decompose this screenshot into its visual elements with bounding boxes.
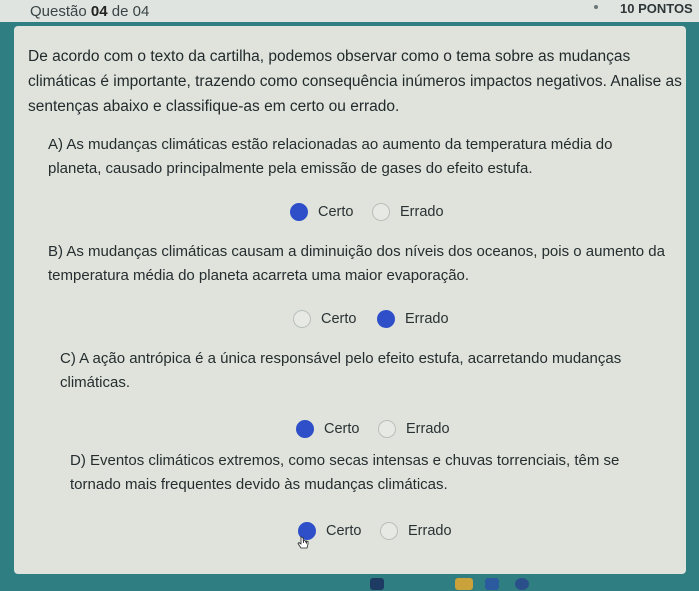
statement-a: A) As mudanças climáticas estão relacion… <box>48 136 613 177</box>
option-label: Certo <box>324 421 360 437</box>
option-b-errado[interactable]: Errado <box>377 310 449 328</box>
taskbar-browser-icon[interactable] <box>515 578 529 590</box>
status-dot <box>594 5 598 9</box>
option-label: Errado <box>408 523 452 539</box>
taskbar-folder-icon[interactable] <box>455 578 473 590</box>
header-bar: Questão 04 de 04 10 PONTOS <box>0 0 699 22</box>
option-c-certo[interactable]: Certo <box>296 420 359 438</box>
radio-empty-icon[interactable] <box>372 203 390 221</box>
option-a-certo[interactable]: Certo <box>290 203 353 221</box>
option-a-errado[interactable]: Errado <box>372 203 444 221</box>
question-counter: Questão 04 de 04 <box>30 3 149 20</box>
radio-selected-icon[interactable] <box>296 420 314 438</box>
option-label: Certo <box>318 204 354 220</box>
question-prefix: Questão <box>30 3 87 20</box>
question-intro: De acordo com o texto da cartilha, podem… <box>28 48 682 115</box>
hand-cursor-icon <box>297 536 309 549</box>
options-b: Certo Errado <box>293 310 493 334</box>
option-c-errado[interactable]: Errado <box>378 420 450 438</box>
points-badge: 10 PONTOS <box>620 1 693 16</box>
options-d: Certo Errado <box>298 522 498 546</box>
statement-d: D) Eventos climáticos extremos, como sec… <box>70 452 620 493</box>
radio-selected-icon[interactable] <box>290 203 308 221</box>
radio-empty-icon[interactable] <box>293 310 311 328</box>
radio-selected-icon[interactable] <box>377 310 395 328</box>
question-total: de 04 <box>111 3 150 20</box>
option-b-certo[interactable]: Certo <box>293 310 356 328</box>
statement-c: C) A ação antrópica é a única responsáve… <box>60 350 622 391</box>
question-number: 04 <box>90 3 108 20</box>
statement-b: B) As mudanças climáticas causam a dimin… <box>48 243 665 284</box>
taskbar <box>0 574 699 591</box>
taskbar-app-icon[interactable] <box>485 578 499 590</box>
radio-empty-icon[interactable] <box>378 420 396 438</box>
taskbar-app-icon[interactable] <box>370 578 384 590</box>
option-label: Errado <box>406 421 450 437</box>
option-label: Errado <box>400 204 444 220</box>
radio-empty-icon[interactable] <box>380 522 398 540</box>
option-label: Certo <box>321 311 357 327</box>
options-a: Certo Errado <box>290 203 490 227</box>
option-label: Certo <box>326 523 362 539</box>
option-d-errado[interactable]: Errado <box>380 522 452 540</box>
option-label: Errado <box>405 311 449 327</box>
options-c: Certo Errado <box>296 420 496 444</box>
